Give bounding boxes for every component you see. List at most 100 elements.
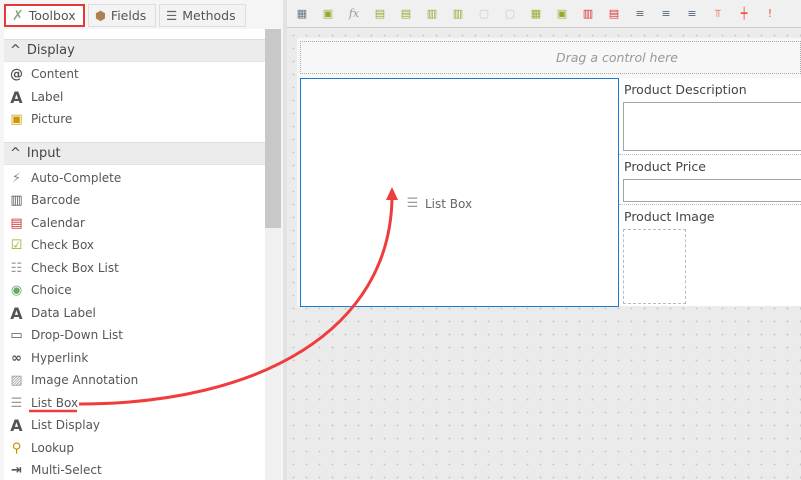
section-label: Display [26,43,75,58]
toolbox-item-image-annotation[interactable]: ▨ Image Annotation [8,370,138,390]
toolbox-item-calendar[interactable]: ▤ Calendar [8,213,85,233]
section-label: Input [26,146,61,161]
methods-icon: ☰ [166,8,178,23]
insert-column-left-icon[interactable]: ▥ [423,5,441,23]
cell-style-icon[interactable]: ▦ [527,5,545,23]
list-box-label: List Box [425,196,473,211]
merge-right-icon[interactable]: ▢ [475,5,493,23]
row-style-icon[interactable]: ▣ [553,5,571,23]
magnifier-icon: ⚲ [11,440,22,456]
item-label: Data Label [31,306,96,320]
toolbar: ▦ ▣ fx ▤ ▤ ▥ ▥ ▢ ▢ ▦ ▣ ▥ ▤ ≡ ≡ ≡ ⫪ ┿ ! [287,0,801,28]
item-label: Content [31,67,79,81]
list-box-icon: ☰ [10,395,23,411]
align-middle-icon[interactable]: ┿ [735,5,753,23]
item-label: Label [31,90,64,104]
insert-row-above-icon[interactable]: ▤ [371,5,389,23]
checkbox-list-icon: ☷ [10,260,23,276]
scrollbar[interactable] [265,29,281,480]
item-label: Drop-Down List [31,328,123,342]
toolbox-item-picture[interactable]: ▣ Picture [8,109,72,129]
item-label: Calendar [31,216,85,230]
choice-icon: ◉ [10,282,23,298]
list-box-placeholder: ☰ List Box [404,195,472,212]
item-label: Check Box [31,238,95,252]
item-label: Image Annotation [31,373,139,387]
align-center-icon[interactable]: ≡ [657,5,675,23]
list-box-control[interactable]: ☰ List Box [300,78,619,307]
tab-toolbox[interactable]: ✗ Toolbox [4,4,85,27]
toolbox-item-barcode[interactable]: ▥ Barcode [8,190,80,210]
delete-row-icon[interactable]: ▤ [605,5,623,23]
item-label: Choice [31,283,72,297]
data-label-icon: A [10,303,23,323]
toolbox-item-check-box-list[interactable]: ☷ Check Box List [8,258,119,278]
toolbox-item-hyperlink[interactable]: ∞ Hyperlink [8,348,88,368]
align-bottom-icon[interactable]: ! [761,5,779,23]
checkbox-icon: ☑ [10,237,23,253]
chevron-up-icon: ^ [10,43,21,58]
section-display[interactable]: ^ Display [4,39,265,62]
toolbox-item-data-label[interactable]: A Data Label [8,303,96,323]
barcode-icon: ▥ [10,192,23,208]
tab-label: Toolbox [28,8,76,23]
toolbox-list: ^ Display @ Content A Label ▣ Picture ^ Input… [4,29,265,480]
tab-label: Fields [110,8,147,23]
item-label: Auto-Complete [31,171,122,185]
table-style-icon[interactable]: ▣ [319,5,337,23]
item-label: Hyperlink [31,351,89,365]
field-label: Product Price [624,159,706,174]
align-right-icon[interactable]: ≡ [683,5,701,23]
tab-label: Methods [182,8,236,23]
toolbox-item-lookup[interactable]: ⚲ Lookup [8,438,74,458]
toolbox-item-drop-down-list[interactable]: ▭ Drop-Down List [8,325,123,345]
dropdown-icon: ▭ [10,327,23,343]
item-label: Check Box List [31,261,119,275]
list-box-icon: ☰ [406,196,419,211]
insert-table-icon[interactable]: ▦ [293,5,311,23]
at-icon: @ [10,66,23,82]
item-label: Picture [31,112,73,126]
align-left-icon[interactable]: ≡ [631,5,649,23]
wrench-icon: ✗ [12,7,24,24]
toolbox-item-list-box[interactable]: ☰ List Box [8,393,78,413]
function-icon[interactable]: fx [345,5,363,23]
product-image-placeholder[interactable] [623,229,686,304]
item-label: Barcode [31,193,81,207]
multi-select-icon: ⇥ [11,462,22,478]
item-label: List Box [31,396,79,410]
field-cell-description: Product Description [619,78,801,155]
section-input[interactable]: ^ Input [4,142,265,165]
item-label: Multi-Select [31,463,102,477]
insert-column-right-icon[interactable]: ▥ [449,5,467,23]
product-price-input[interactable] [623,179,801,202]
hexagon-icon: ⬢ [95,8,106,23]
product-description-input[interactable] [623,102,801,151]
toolbox-item-multi-select[interactable]: ⇥ Multi-Select [8,460,102,480]
chevron-up-icon: ^ [10,146,21,161]
tab-fields[interactable]: ⬢ Fields [88,4,156,27]
toolbox-item-list-display[interactable]: A List Display [8,415,100,435]
list-display-icon: A [10,415,23,435]
toolbox-item-check-box[interactable]: ☑ Check Box [8,235,94,255]
toolbox-item-label[interactable]: A Label [8,87,63,107]
tab-methods[interactable]: ☰ Methods [159,4,246,27]
delete-column-icon[interactable]: ▥ [579,5,597,23]
link-icon: ∞ [11,350,22,366]
lightning-icon: ⚡ [11,170,22,186]
merge-down-icon[interactable]: ▢ [501,5,519,23]
field-label: Product Description [624,82,747,97]
scrollbar-thumb[interactable] [265,29,281,228]
left-panel: ✗ Toolbox ⬢ Fields ☰ Methods ^ Display @ C… [0,0,283,480]
toolbox-item-auto-complete[interactable]: ⚡ Auto-Complete [8,168,121,188]
letter-a-icon: A [10,87,23,107]
calendar-icon: ▤ [10,215,23,231]
field-cell-image: Product Image [619,205,801,306]
field-label: Product Image [624,209,715,224]
toolbox-item-content[interactable]: @ Content [8,64,79,84]
picture-icon: ▣ [10,111,23,127]
align-top-icon[interactable]: ⫪ [709,5,727,23]
toolbox-item-choice[interactable]: ◉ Choice [8,280,72,300]
drop-zone[interactable]: Drag a control here [300,41,801,74]
insert-row-below-icon[interactable]: ▤ [397,5,415,23]
